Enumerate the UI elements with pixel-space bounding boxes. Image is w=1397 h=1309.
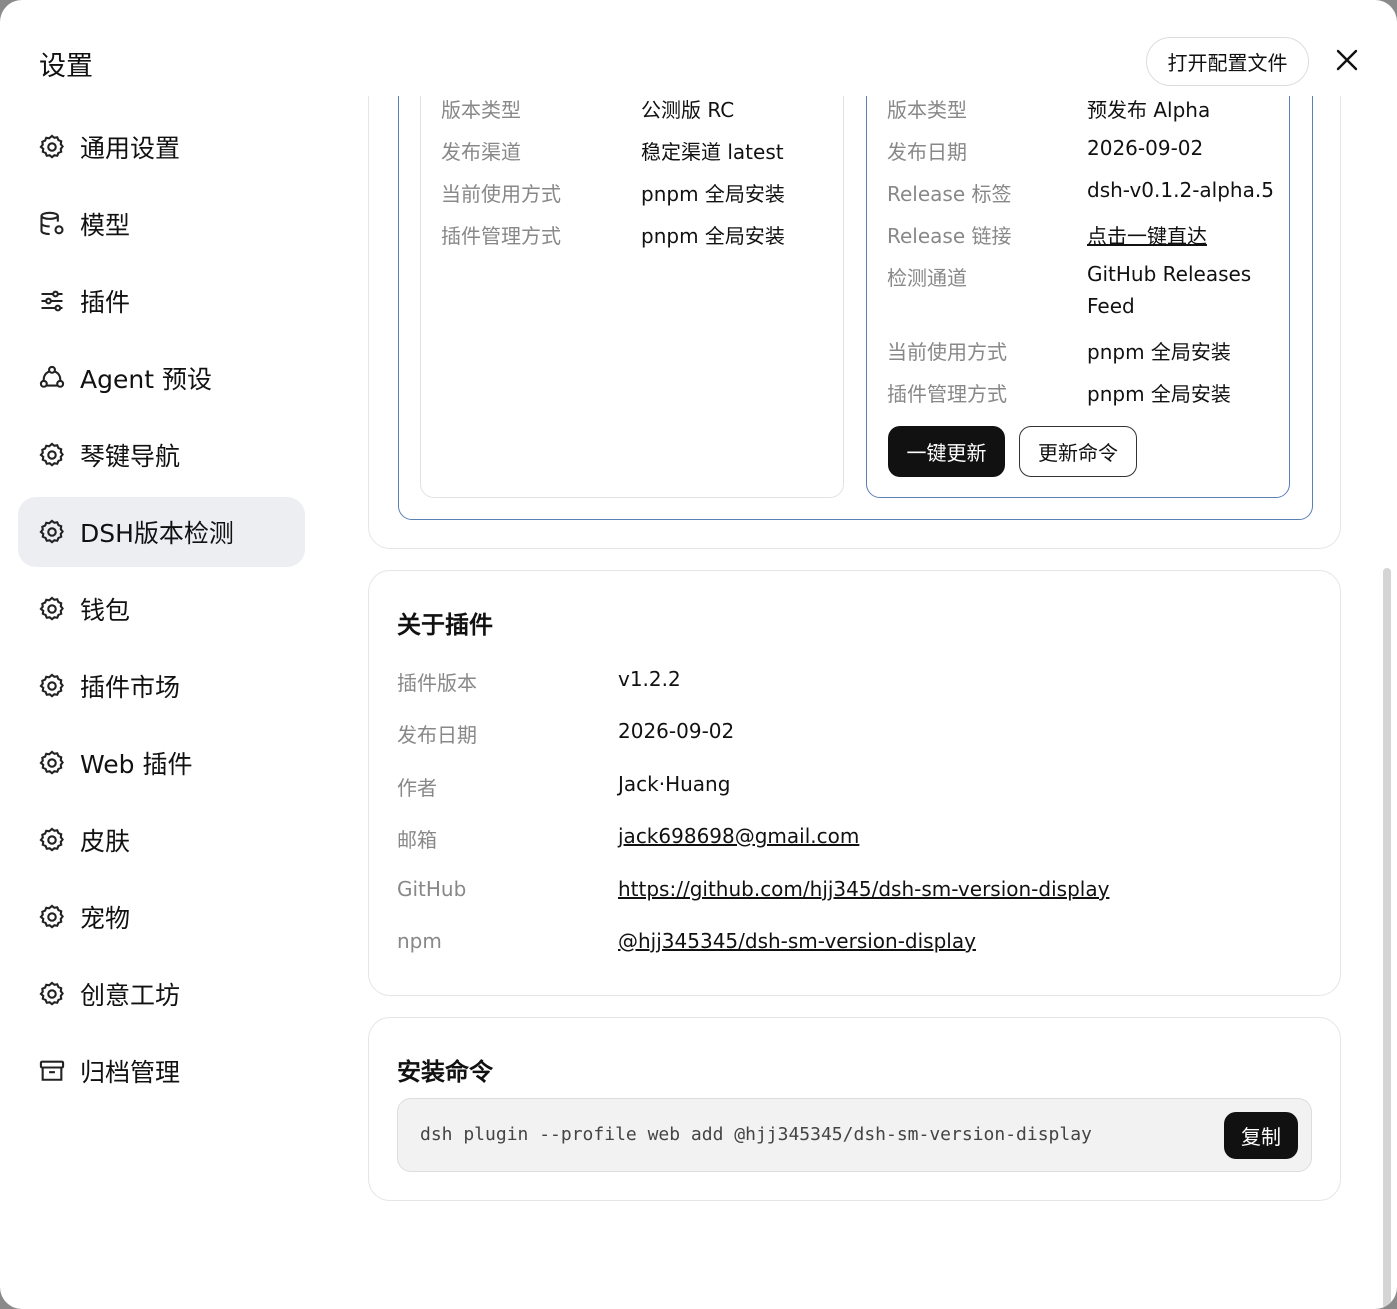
scrollbar[interactable] bbox=[1383, 568, 1391, 1309]
command-box: dsh plugin --profile web add @hjj345345/… bbox=[397, 1098, 1312, 1172]
close-icon bbox=[1336, 49, 1358, 71]
sidebar-item-agent[interactable]: Agent 预设 bbox=[18, 343, 305, 413]
sidebar-item-label: 钱包 bbox=[80, 596, 131, 625]
about-plugin-title: 关于插件 bbox=[397, 611, 493, 639]
sidebar-item-label: Agent 预设 bbox=[80, 365, 212, 394]
agent-icon bbox=[38, 364, 66, 392]
database-gear-icon bbox=[38, 210, 66, 238]
page-title: 设置 bbox=[39, 51, 93, 82]
npm-link[interactable]: @hjj345345/dsh-sm-version-display bbox=[618, 929, 976, 953]
sidebar-item-label: 琴键导航 bbox=[80, 442, 181, 471]
sidebar-item-label: DSH版本检测 bbox=[80, 519, 234, 548]
close-button[interactable] bbox=[1332, 45, 1362, 75]
sidebar: 通用设置 模型 插件 Agent 预设 琴键导航 DSH版本检测 钱包 插件市场… bbox=[18, 112, 305, 1113]
gear-icon bbox=[38, 672, 66, 700]
install-command-card: 安装命令 dsh plugin --profile web add @hjj34… bbox=[368, 1017, 1341, 1201]
sidebar-item-models[interactable]: 模型 bbox=[18, 189, 305, 259]
version-card: 版本类型 公测版 RC 发布渠道 稳定渠道 latest 当前使用方式 pnpm… bbox=[368, 96, 1341, 549]
gear-icon bbox=[38, 749, 66, 777]
gear-icon bbox=[38, 903, 66, 931]
open-config-button[interactable]: 打开配置文件 bbox=[1146, 37, 1309, 86]
sidebar-item-general[interactable]: 通用设置 bbox=[18, 112, 305, 182]
sidebar-item-label: 创意工坊 bbox=[80, 981, 181, 1010]
gear-icon bbox=[38, 595, 66, 623]
sidebar-item-workshop[interactable]: 创意工坊 bbox=[18, 959, 305, 1029]
update-command-button[interactable]: 更新命令 bbox=[1019, 426, 1137, 477]
sidebar-item-label: 宠物 bbox=[80, 904, 131, 933]
sidebar-item-dsh-version[interactable]: DSH版本检测 bbox=[18, 497, 305, 567]
latest-version-panel: 版本类型 预发布 Alpha 发布日期 2026-09-02 Release 标… bbox=[866, 96, 1290, 498]
sidebar-item-wallet[interactable]: 钱包 bbox=[18, 574, 305, 644]
sidebar-item-pets[interactable]: 宠物 bbox=[18, 882, 305, 952]
email-link[interactable]: jack698698@gmail.com bbox=[618, 824, 859, 848]
copy-button[interactable]: 复制 bbox=[1224, 1112, 1298, 1159]
release-link[interactable]: 点击一键直达 bbox=[1087, 220, 1207, 249]
about-plugin-card: 关于插件 插件版本 v1.2.2 发布日期 2026-09-02 作者 Jack… bbox=[368, 570, 1341, 996]
sidebar-item-label: Web 插件 bbox=[80, 750, 193, 779]
sidebar-item-label: 通用设置 bbox=[80, 134, 181, 163]
sidebar-item-label: 归档管理 bbox=[80, 1058, 181, 1087]
sidebar-item-label: 插件 bbox=[80, 288, 131, 317]
gear-icon bbox=[38, 441, 66, 469]
install-command-text: dsh plugin --profile web add @hjj345345/… bbox=[420, 1124, 1092, 1145]
sidebar-item-label: 模型 bbox=[80, 211, 131, 240]
settings-window: 设置 打开配置文件 通用设置 模型 插件 Agent 预设 琴键导航 DSH版本… bbox=[0, 0, 1397, 1309]
sidebar-item-plugin-market[interactable]: 插件市场 bbox=[18, 651, 305, 721]
sidebar-item-keyboard-nav[interactable]: 琴键导航 bbox=[18, 420, 305, 490]
gear-icon bbox=[38, 133, 66, 161]
gear-icon bbox=[38, 518, 66, 546]
main-content: 版本类型 公测版 RC 发布渠道 稳定渠道 latest 当前使用方式 pnpm… bbox=[368, 96, 1341, 1309]
sidebar-item-label: 皮肤 bbox=[80, 827, 131, 856]
sidebar-item-web-plugins[interactable]: Web 插件 bbox=[18, 728, 305, 798]
sidebar-item-archive[interactable]: 归档管理 bbox=[18, 1036, 305, 1106]
sliders-icon bbox=[38, 287, 66, 315]
sidebar-item-label: 插件市场 bbox=[80, 673, 181, 702]
current-version-panel: 版本类型 公测版 RC 发布渠道 稳定渠道 latest 当前使用方式 pnpm… bbox=[420, 96, 844, 498]
archive-icon bbox=[38, 1057, 66, 1085]
one-click-update-button[interactable]: 一键更新 bbox=[888, 426, 1005, 477]
gear-icon bbox=[38, 826, 66, 854]
gear-icon bbox=[38, 980, 66, 1008]
install-command-title: 安装命令 bbox=[397, 1058, 493, 1086]
sidebar-item-skins[interactable]: 皮肤 bbox=[18, 805, 305, 875]
sidebar-item-plugins[interactable]: 插件 bbox=[18, 266, 305, 336]
github-link[interactable]: https://github.com/hjj345/dsh-sm-version… bbox=[618, 877, 1109, 901]
